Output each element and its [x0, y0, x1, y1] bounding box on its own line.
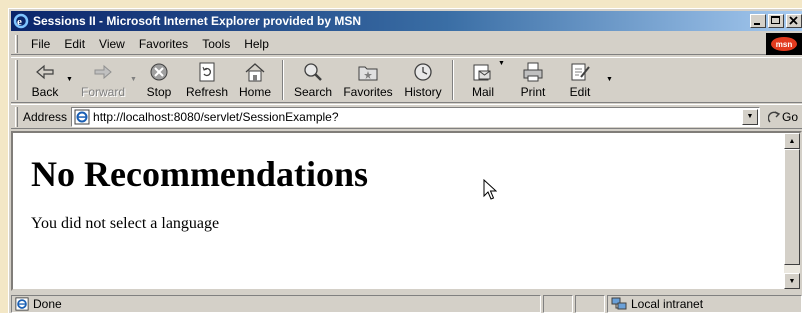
status-text: Done — [33, 296, 62, 311]
page-heading: No Recommendations — [31, 154, 368, 194]
back-arrow-icon — [36, 64, 54, 80]
refresh-label: Refresh — [185, 85, 229, 99]
toolbar-separator — [452, 60, 454, 100]
status-pane-empty — [543, 294, 573, 313]
back-label: Back — [31, 85, 59, 99]
menu-edit[interactable]: Edit — [57, 35, 92, 53]
page-ie-icon — [74, 109, 90, 124]
edit-dropdown-icon[interactable]: ▼ — [606, 76, 613, 83]
standard-toolbar: Back ▼ Forward ▼ Stop Refresh Home Searc… — [11, 57, 802, 103]
address-dropdown-button[interactable]: ▼ — [741, 108, 758, 125]
status-zone-pane: Local intranet — [607, 294, 802, 313]
scroll-up-button[interactable]: ▲ — [784, 133, 800, 149]
address-input[interactable]: http://localhost:8080/servlet/SessionExa… — [71, 106, 760, 127]
mouse-pointer-icon — [483, 179, 497, 200]
toolbar-grip[interactable] — [15, 60, 18, 100]
address-label: Address — [23, 109, 68, 124]
browser-window: e Sessions II - Microsoft Internet Explo… — [8, 8, 802, 313]
search-label: Search — [293, 85, 333, 99]
close-button[interactable] — [786, 14, 802, 28]
favorites-label: Favorites — [343, 85, 393, 99]
go-label: Go — [781, 109, 798, 124]
title-bar[interactable]: e Sessions II - Microsoft Internet Explo… — [11, 11, 802, 31]
home-icon — [245, 63, 265, 82]
stop-icon — [150, 63, 168, 81]
back-button[interactable]: Back ▼ — [22, 58, 73, 102]
menu-view[interactable]: View — [92, 35, 132, 53]
go-button[interactable]: Go — [767, 109, 798, 124]
stop-label: Stop — [146, 85, 172, 99]
mail-label: Mail — [471, 85, 494, 99]
status-page-icon — [15, 296, 29, 311]
printer-icon — [523, 62, 543, 82]
print-button[interactable]: Print — [508, 58, 558, 102]
status-zone: Local intranet — [631, 296, 704, 311]
search-button[interactable]: Search — [288, 58, 338, 102]
svg-text:e: e — [17, 16, 22, 28]
vertical-scrollbar[interactable]: ▲ ▼ — [784, 133, 800, 289]
print-label: Print — [520, 85, 546, 99]
menu-file[interactable]: File — [24, 35, 57, 53]
maximize-icon — [771, 16, 780, 24]
forward-label: Forward — [80, 85, 125, 99]
page-content[interactable]: No Recommendations You did not select a … — [11, 131, 802, 291]
maximize-button[interactable] — [768, 14, 784, 28]
menu-favorites[interactable]: Favorites — [132, 35, 195, 53]
mail-icon — [473, 64, 491, 81]
home-button[interactable]: Home — [232, 58, 278, 102]
forward-button[interactable]: Forward ▼ — [74, 58, 137, 102]
minimize-button[interactable] — [750, 14, 766, 28]
forward-arrow-icon — [94, 64, 112, 80]
web-page: No Recommendations You did not select a … — [13, 133, 784, 289]
edit-page-icon — [571, 63, 590, 81]
menu-tools[interactable]: Tools — [195, 35, 237, 53]
window-controls — [750, 14, 802, 28]
msn-logo: msn — [766, 33, 802, 55]
history-button[interactable]: History — [398, 58, 448, 102]
history-label: History — [404, 85, 442, 99]
refresh-button[interactable]: Refresh — [182, 58, 232, 102]
scroll-thumb[interactable] — [784, 149, 800, 265]
home-label: Home — [238, 85, 271, 99]
search-icon — [304, 63, 322, 81]
address-url[interactable]: http://localhost:8080/servlet/SessionExa… — [93, 110, 742, 124]
msn-logo-text: msn — [776, 40, 793, 49]
mail-dropdown-icon[interactable]: ▼ — [498, 60, 505, 67]
edit-button[interactable]: Edit ▼ — [558, 58, 613, 102]
close-icon — [789, 16, 798, 25]
go-arrow-icon — [767, 110, 781, 122]
stop-button[interactable]: Stop — [136, 58, 182, 102]
scroll-down-button[interactable]: ▼ — [784, 273, 800, 289]
minimize-icon — [754, 23, 760, 25]
refresh-icon — [199, 62, 215, 82]
window-title: Sessions II - Microsoft Internet Explore… — [33, 14, 362, 28]
back-dropdown-icon[interactable]: ▼ — [66, 76, 73, 83]
address-bar: Address http://localhost:8080/servlet/Se… — [11, 104, 802, 129]
edit-label: Edit — [569, 85, 591, 99]
mail-button[interactable]: Mail ▼ — [458, 58, 508, 102]
menu-bar: File Edit View Favorites Tools Help msn — [11, 33, 802, 55]
menu-grip[interactable] — [15, 34, 18, 53]
address-grip[interactable] — [15, 106, 18, 127]
ie-logo-icon: e — [13, 13, 29, 29]
status-bar: Done Local intranet — [11, 293, 802, 313]
status-pane-empty — [575, 294, 605, 313]
msn-butterfly-icon: msn — [771, 37, 797, 51]
history-clock-icon — [414, 63, 432, 81]
status-main-pane: Done — [11, 294, 541, 313]
page-message: You did not select a language — [31, 215, 220, 232]
menu-help[interactable]: Help — [237, 35, 276, 53]
local-intranet-icon — [611, 297, 627, 309]
favorites-button[interactable]: Favorites — [338, 58, 398, 102]
toolbar-separator — [282, 60, 284, 100]
favorites-folder-icon — [358, 66, 378, 81]
